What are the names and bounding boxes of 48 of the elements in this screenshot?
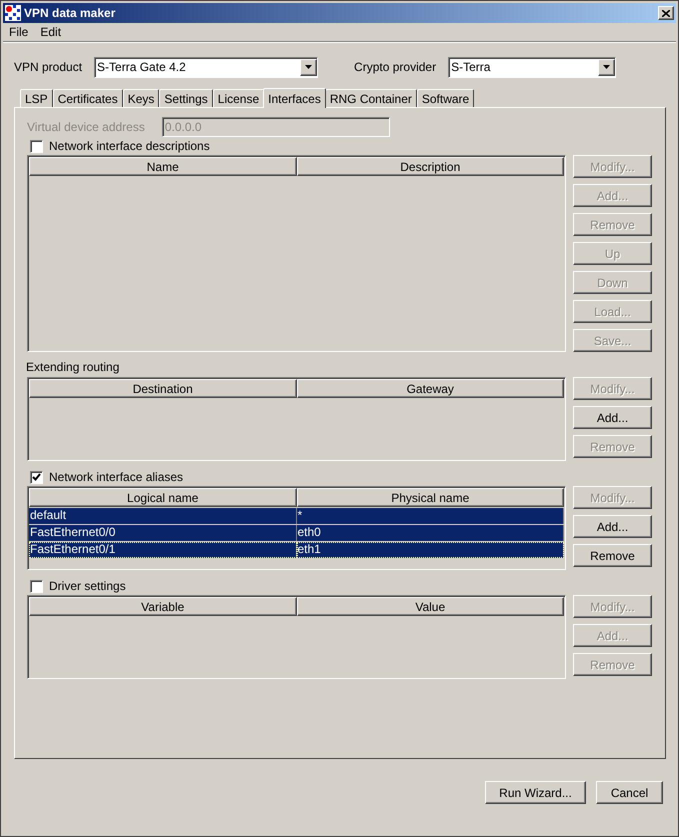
dropdown[interactable]: S-Terra: [448, 56, 616, 78]
table-row[interactable]: FastEthernet0/0 eth0: [29, 525, 564, 541]
menu-item[interactable]: File: [3, 25, 34, 39]
tab[interactable]: License: [212, 89, 264, 107]
table-row[interactable]: FastEthernet0/1 eth1: [29, 542, 564, 558]
checkbox-label[interactable]: Driver settings: [49, 579, 126, 593]
window-title: VPN data maker: [24, 6, 116, 20]
column-header[interactable]: Destination: [29, 379, 296, 398]
close-icon: [662, 10, 670, 16]
checkbox[interactable]: [30, 580, 43, 592]
column-header[interactable]: Physical name: [296, 488, 564, 507]
menu-item[interactable]: Edit: [34, 25, 68, 39]
tab[interactable]: RNG Container: [324, 89, 417, 107]
table-cell: FastEthernet0/0: [29, 525, 296, 541]
checkbox-label[interactable]: Network interface aliases: [49, 470, 184, 484]
column-header[interactable]: Description: [296, 157, 564, 176]
table-cell: *: [296, 508, 564, 524]
table-row[interactable]: default *: [29, 508, 564, 524]
action-button[interactable]: Add...: [573, 515, 652, 538]
section-label: Extending routing: [26, 360, 120, 376]
checkbox[interactable]: [30, 470, 43, 484]
selector-label: Crypto provider: [354, 60, 436, 74]
table-cell: eth1: [296, 542, 564, 558]
selector-label: VPN product: [14, 60, 82, 74]
dropdown[interactable]: S-Terra Gate 4.2: [94, 56, 318, 78]
table-cell: FastEthernet0/1: [29, 542, 296, 558]
tab[interactable]: Interfaces: [263, 88, 326, 108]
checkbox[interactable]: [30, 140, 43, 152]
table-cell: eth0: [296, 525, 564, 541]
action-button[interactable]: Remove: [573, 544, 652, 567]
column-header[interactable]: Logical name: [29, 488, 296, 507]
column-header[interactable]: Name: [29, 157, 296, 176]
app-icon: [5, 5, 21, 21]
close-button[interactable]: [658, 6, 674, 20]
footer-button[interactable]: Run Wizard...: [485, 781, 586, 804]
table-cell: default: [29, 508, 296, 524]
tab[interactable]: LSP: [20, 89, 53, 107]
tab[interactable]: Software: [416, 89, 474, 107]
tab[interactable]: Certificates: [52, 89, 123, 107]
tab[interactable]: Settings: [159, 89, 213, 107]
field-label: Virtual device address: [27, 120, 145, 134]
column-header[interactable]: Variable: [29, 597, 296, 616]
footer-button[interactable]: Cancel: [596, 781, 663, 804]
action-button[interactable]: Add...: [573, 406, 652, 429]
column-header[interactable]: Gateway: [296, 379, 564, 398]
checkbox-label[interactable]: Network interface descriptions: [49, 139, 210, 153]
tab[interactable]: Keys: [122, 89, 160, 107]
column-header[interactable]: Value: [296, 597, 564, 616]
